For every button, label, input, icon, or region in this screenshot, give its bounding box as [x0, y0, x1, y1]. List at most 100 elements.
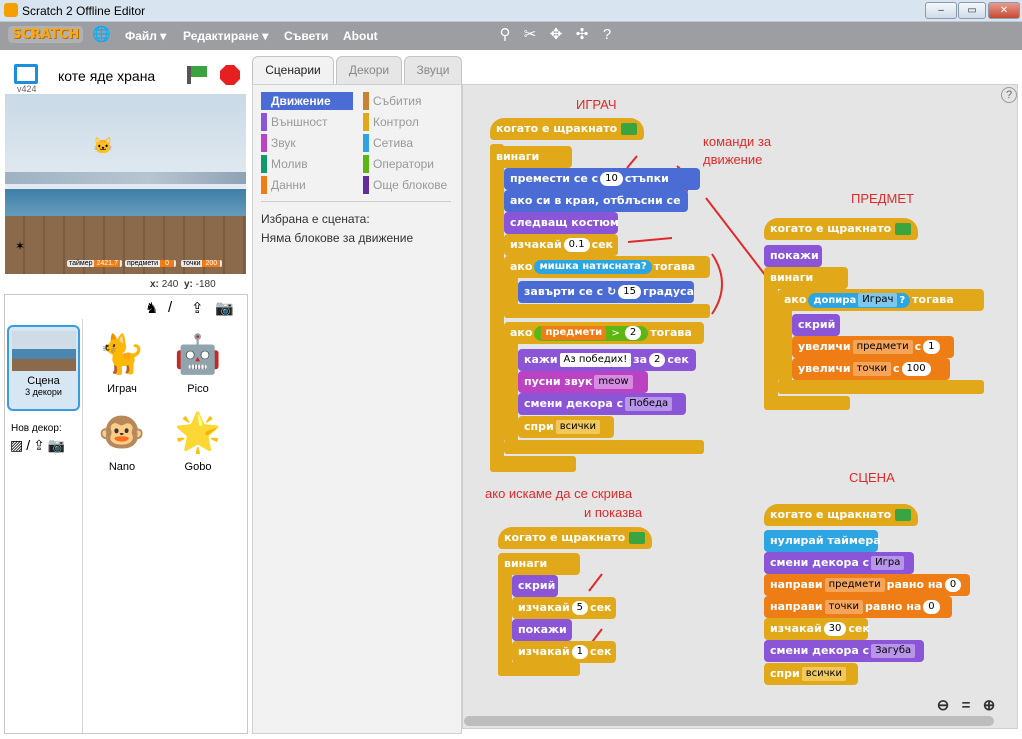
s3-hat-block[interactable]: когато е щракнато	[498, 527, 652, 549]
zoom-in-icon[interactable]: ⊕	[980, 697, 998, 715]
category-looks[interactable]: Външност	[261, 113, 353, 131]
new-backdrop-tools[interactable]: ▨/⇪📷	[10, 437, 68, 454]
camera-sprite-icon[interactable]: 📷	[215, 299, 234, 317]
maximize-button[interactable]: ▭	[958, 2, 986, 19]
menu-about[interactable]: About	[343, 29, 378, 43]
s2-inc-items-block[interactable]: увеличи предмети с 1	[792, 336, 954, 358]
s2-hide-block[interactable]: скрий	[792, 314, 840, 336]
category-events[interactable]: Събития	[363, 92, 455, 110]
horizontal-scrollbar[interactable]	[464, 716, 994, 726]
fullscreen-icon[interactable]	[14, 64, 38, 84]
item-sprite-icon[interactable]: ✶	[15, 239, 25, 253]
category-sound[interactable]: Звук	[261, 134, 353, 152]
s2-show-block[interactable]: покажи	[764, 245, 822, 267]
forever-1-arm	[490, 144, 504, 472]
s1-if-mouse-block[interactable]: ако мишка натисната? тогава	[504, 256, 710, 278]
delete-scissors-icon[interactable]: ✂	[521, 26, 539, 44]
zoom-out-icon[interactable]: ⊖	[934, 697, 952, 715]
timer-monitor: таймер 2421.7	[67, 260, 122, 267]
shrink-icon[interactable]: ✣	[573, 26, 591, 44]
paint-sprite-icon[interactable]: /	[168, 299, 172, 316]
s3-hide-block[interactable]: скрий	[512, 575, 558, 597]
cat-sprite-icon[interactable]: 🐱	[93, 136, 113, 156]
menu-file[interactable]: Файл ▾	[125, 29, 166, 43]
s4-wait-block[interactable]: изчакай 30 сек	[764, 618, 870, 640]
tab-costumes[interactable]: Декори	[336, 56, 402, 84]
s2-inc-points-block[interactable]: увеличи точки с 100	[792, 358, 950, 380]
project-title[interactable]: коте яде храна	[58, 68, 155, 84]
stage-side: Сцена 3 декори Нов декор: ▨/⇪📷	[5, 319, 83, 733]
menu-bar: SCRATCH 🌐 Файл ▾ Редактиране ▾ Съвети Ab…	[0, 22, 1022, 50]
s2-forever-block[interactable]: винаги	[764, 267, 848, 289]
title-bar: Scratch 2 Offline Editor – ▭ ✕	[0, 0, 1022, 22]
s4-hat-block[interactable]: когато е щракнато	[764, 504, 918, 526]
sprite-nano[interactable]: 🐵 Nano	[87, 405, 157, 483]
help-icon[interactable]: ?	[598, 26, 616, 44]
s4-stop-block[interactable]: спри всички	[764, 663, 858, 685]
tab-sounds[interactable]: Звуци	[404, 56, 462, 84]
s1-stop-block[interactable]: спри всички	[518, 416, 614, 438]
palette-message-1: Избрана е сцената:	[261, 212, 370, 226]
category-more[interactable]: Още блокове	[363, 176, 455, 194]
s3-forever-block[interactable]: винаги	[498, 553, 580, 575]
category-control[interactable]: Контрол	[363, 113, 455, 131]
s2-if-end	[778, 380, 984, 394]
s4-switch-backdrop-block[interactable]: смени декора с Игра	[764, 552, 914, 574]
app-icon	[4, 3, 18, 17]
s2-if-touch-block[interactable]: ако допира Играч? тогава	[778, 289, 984, 311]
zoom-reset-icon[interactable]: =	[957, 697, 975, 715]
tab-scripts[interactable]: Сценарии	[252, 56, 334, 84]
s3-wait-1-block[interactable]: изчакай 1 сек	[512, 641, 616, 663]
globe-icon[interactable]: 🌐	[92, 26, 111, 44]
version-label: v424	[17, 84, 37, 94]
scratch-logo[interactable]: SCRATCH	[8, 26, 84, 43]
sprites-panel: ♞ / ⇪ 📷 Сцена 3 декори Нов декор: ▨/⇪📷 🐈…	[4, 294, 248, 734]
category-data[interactable]: Данни	[261, 176, 353, 194]
s1-bounce-block[interactable]: ако си в края, отблъсни се	[504, 190, 688, 212]
s1-if2-end	[504, 440, 704, 454]
category-pen[interactable]: Молив	[261, 155, 353, 173]
green-flag-icon[interactable]	[187, 66, 207, 84]
s3-forever-end	[498, 662, 580, 676]
s2-hat-block[interactable]: когато е щракнато	[764, 218, 918, 240]
s3-wait-5-block[interactable]: изчакай 5 сек	[512, 597, 616, 619]
s1-next-costume-block[interactable]: следващ костюм	[504, 212, 619, 234]
duplicate-stamp-icon[interactable]: ⚲	[496, 26, 514, 44]
s1-if-end	[504, 304, 710, 318]
grow-icon[interactable]: ✥	[547, 26, 565, 44]
category-motion[interactable]: Движение	[261, 92, 353, 110]
sprite-igrach[interactable]: 🐈 Играч	[87, 327, 157, 405]
s1-if-items-block[interactable]: ако предмети > 2 тогава	[504, 322, 704, 344]
s1-wait-block[interactable]: изчакай 0.1 сек	[504, 234, 618, 256]
s1-play-sound-block[interactable]: пусни звук meow	[518, 371, 648, 393]
scene-thumbnail[interactable]: Сцена 3 декори	[7, 325, 80, 411]
stage-header: v424 коте яде храна	[4, 54, 248, 94]
s4-switch-backdrop-2-block[interactable]: смени декора с Загуба	[764, 640, 924, 662]
window-title: Scratch 2 Offline Editor	[22, 4, 146, 18]
close-button[interactable]: ✕	[988, 2, 1020, 19]
sprite-pico[interactable]: 🤖 Pico	[163, 327, 233, 405]
stage-canvas[interactable]: 🐱 ✶ таймер 2421.7 предмети 0 точки 200	[5, 94, 246, 274]
s4-reset-timer-block[interactable]: нулирай таймера	[764, 530, 881, 552]
s1-turn-block[interactable]: завърти се с ↻ 15 градуса	[518, 281, 694, 303]
choose-sprite-icon[interactable]: ♞	[145, 299, 158, 317]
s3-show-block[interactable]: покажи	[512, 619, 572, 641]
mouse-coordinates: x: 240 y: -180	[150, 279, 216, 290]
editor-tabs: Сценарии Декори Звуци	[252, 54, 462, 84]
s4-set-points-block[interactable]: направи точки равно на 0	[764, 596, 952, 618]
sprite-gobo[interactable]: 🌟 Gobo	[163, 405, 233, 483]
s1-forever-block[interactable]: винаги	[490, 146, 572, 168]
minimize-button[interactable]: –	[925, 2, 957, 19]
stop-sign-icon[interactable]	[220, 65, 240, 85]
s1-move-block[interactable]: премести се с 10 стъпки	[504, 168, 700, 190]
s1-switch-backdrop-block[interactable]: смени декора с Победа	[518, 393, 686, 415]
s4-set-items-block[interactable]: направи предмети равно на 0	[764, 574, 970, 596]
category-operators[interactable]: Оператори	[363, 155, 455, 173]
category-sensing[interactable]: Сетива	[363, 134, 455, 152]
menu-edit[interactable]: Редактиране ▾	[183, 29, 268, 43]
upload-sprite-icon[interactable]: ⇪	[191, 299, 204, 317]
s1-say-block[interactable]: кажи Аз победих! за 2 сек	[518, 349, 696, 371]
s1-hat-block[interactable]: когато е щракнато	[490, 118, 644, 140]
menu-tips[interactable]: Съвети	[284, 29, 328, 43]
points-monitor: точки 200	[181, 260, 223, 267]
